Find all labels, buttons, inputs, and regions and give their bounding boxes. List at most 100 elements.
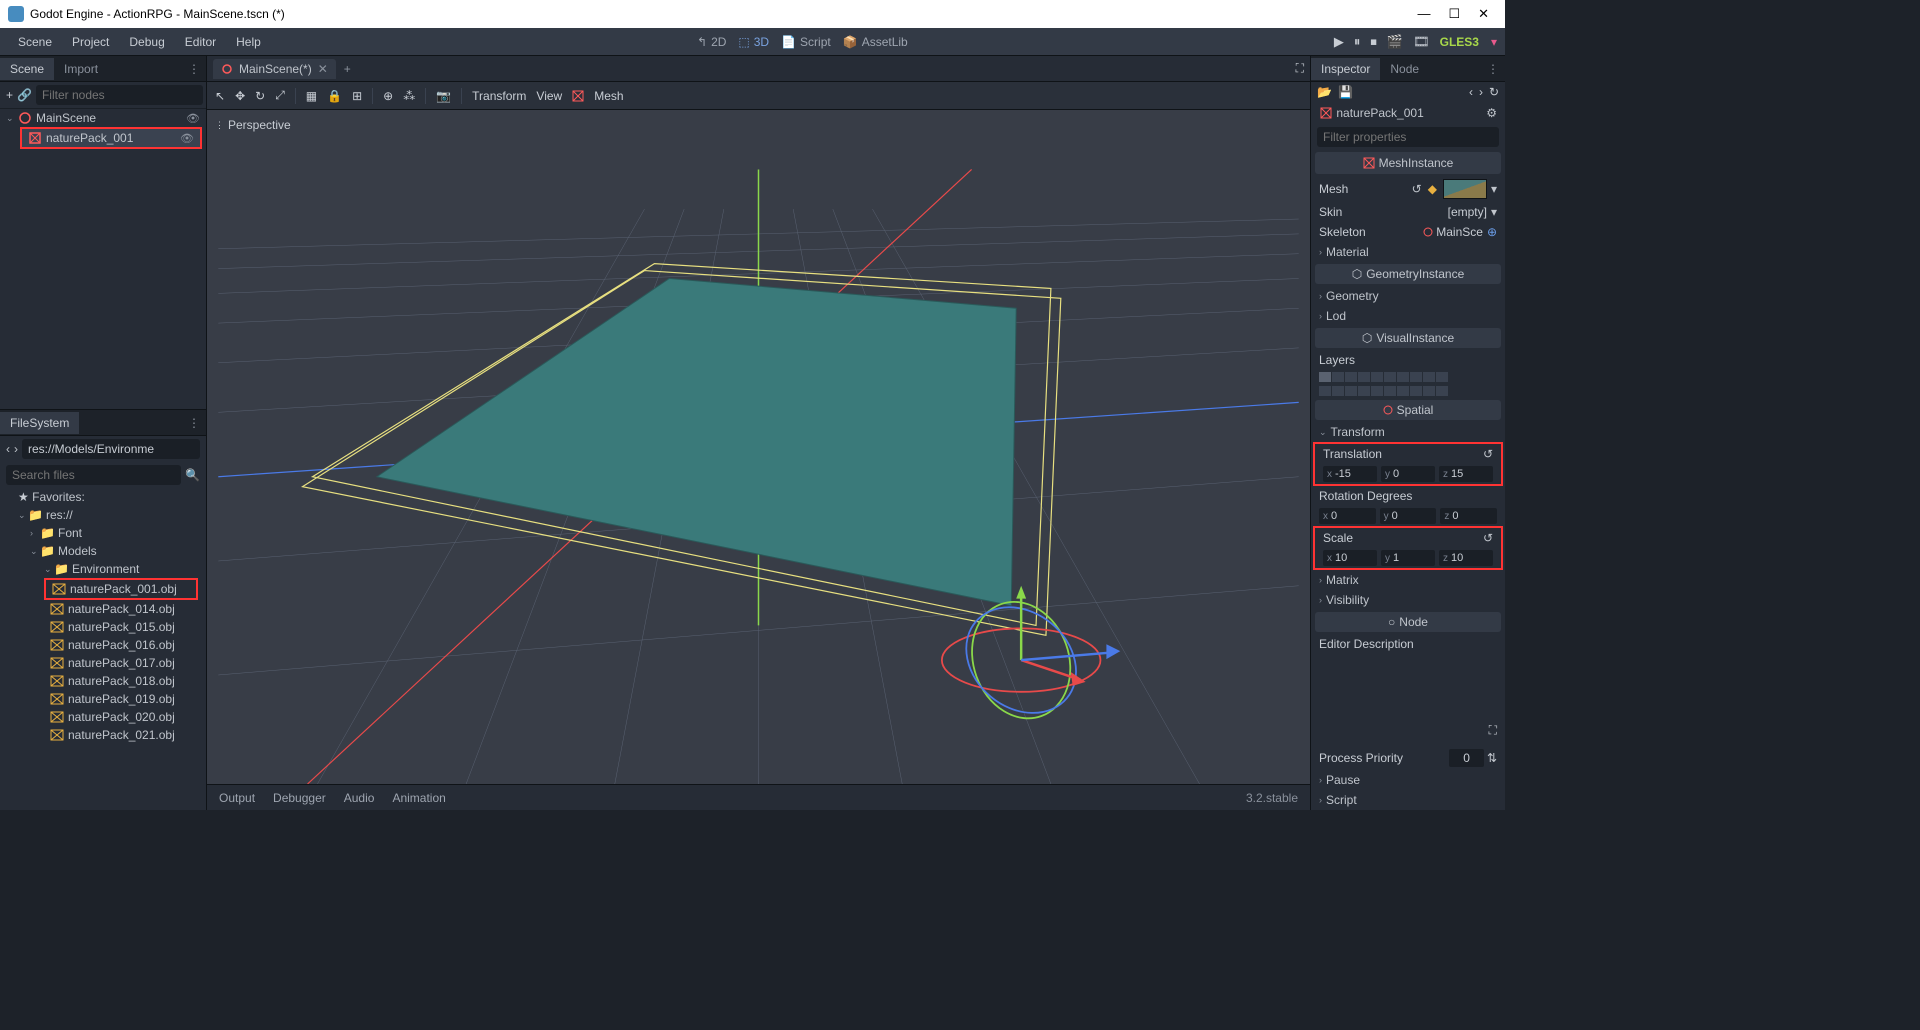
animation-tab[interactable]: Animation: [392, 791, 445, 805]
scale-y-input[interactable]: y1: [1381, 550, 1435, 566]
section-lod[interactable]: ›Lod: [1311, 306, 1505, 326]
play-custom-button[interactable]: 🎞: [1413, 34, 1430, 50]
tab-import[interactable]: Import: [54, 58, 108, 80]
layers-grid2[interactable]: [1311, 384, 1505, 398]
fs-file[interactable]: naturePack_020.obj: [0, 708, 206, 726]
renderer-dropdown-icon[interactable]: ▾: [1491, 35, 1497, 49]
translation-x-input[interactable]: x-15: [1323, 466, 1377, 482]
section-visibility[interactable]: ›Visibility: [1311, 590, 1505, 610]
output-tab[interactable]: Output: [219, 791, 255, 805]
instance-scene-button[interactable]: 🔗: [17, 85, 32, 105]
key-icon[interactable]: ◆: [1428, 182, 1437, 196]
editor-script-button[interactable]: 📄 Script: [781, 35, 831, 49]
tree-node-root[interactable]: ⌄ MainScene 👁: [0, 109, 206, 127]
history-next-button[interactable]: ›: [1479, 85, 1483, 99]
search-icon[interactable]: 🔍: [185, 468, 200, 482]
editor-3d-button[interactable]: ⬚ 3D: [738, 35, 769, 49]
fs-file[interactable]: naturePack_014.obj: [0, 600, 206, 618]
translation-z-input[interactable]: z15: [1439, 466, 1493, 482]
fs-file[interactable]: naturePack_001.obj: [46, 580, 196, 598]
fs-file[interactable]: naturePack_017.obj: [0, 654, 206, 672]
camera-override-button[interactable]: 📷: [436, 89, 451, 103]
rotation-x-input[interactable]: x0: [1319, 508, 1376, 524]
close-tab-button[interactable]: ✕: [318, 62, 328, 76]
section-transform[interactable]: ⌄Transform: [1311, 422, 1505, 442]
section-pause[interactable]: ›Pause: [1311, 770, 1505, 790]
tree-node-child[interactable]: naturePack_001 👁: [22, 129, 200, 147]
section-material[interactable]: ›Material: [1311, 242, 1505, 262]
visibility-icon[interactable]: 👁: [186, 112, 200, 125]
play-scene-button[interactable]: 🎬: [1387, 34, 1403, 50]
tab-inspector[interactable]: Inspector: [1311, 58, 1380, 80]
audio-tab[interactable]: Audio: [344, 791, 375, 805]
layers-grid[interactable]: [1311, 370, 1505, 384]
translation-y-input[interactable]: y0: [1381, 466, 1435, 482]
snap-button[interactable]: ⁂: [403, 89, 415, 103]
menu-editor[interactable]: Editor: [175, 31, 226, 53]
fs-file[interactable]: naturePack_019.obj: [0, 690, 206, 708]
path-input[interactable]: [22, 439, 200, 459]
fs-folder-font[interactable]: ›📁Font: [0, 524, 206, 542]
object-properties-button[interactable]: ⚙: [1486, 106, 1497, 120]
dropdown-icon[interactable]: ▾: [1491, 182, 1497, 196]
lock-button[interactable]: 🔒: [327, 89, 342, 103]
stepper-icon[interactable]: ⇅: [1487, 751, 1497, 765]
revert-icon[interactable]: ↺: [1412, 182, 1422, 196]
scale-mode-button[interactable]: ⤢: [275, 88, 285, 103]
fs-root[interactable]: ⌄📁res://: [0, 506, 206, 524]
maximize-button[interactable]: ☐: [1448, 6, 1460, 22]
minimize-button[interactable]: —: [1417, 6, 1430, 22]
open-resource-button[interactable]: 📂: [1317, 85, 1332, 99]
rotation-z-input[interactable]: z0: [1440, 508, 1497, 524]
mesh-thumbnail[interactable]: [1443, 179, 1487, 199]
pause-button[interactable]: ⏸: [1354, 34, 1361, 50]
filter-properties-input[interactable]: [1317, 127, 1499, 147]
prop-process-priority-value[interactable]: 0: [1449, 749, 1484, 767]
tab-node[interactable]: Node: [1380, 58, 1429, 80]
fs-folder-models[interactable]: ⌄📁Models: [0, 542, 206, 560]
nav-back-button[interactable]: ‹: [6, 442, 10, 456]
section-matrix[interactable]: ›Matrix: [1311, 570, 1505, 590]
close-button[interactable]: ✕: [1478, 6, 1489, 22]
history-prev-button[interactable]: ‹: [1469, 85, 1473, 99]
move-mode-button[interactable]: ✥: [235, 89, 245, 103]
list-select-button[interactable]: ▦: [306, 89, 317, 103]
section-script[interactable]: ›Script: [1311, 790, 1505, 810]
menu-project[interactable]: Project: [62, 31, 119, 53]
assign-nodepath-button[interactable]: ⊕: [1487, 225, 1497, 239]
menu-scene[interactable]: Scene: [8, 31, 62, 53]
save-resource-button[interactable]: 💾: [1338, 85, 1353, 99]
filter-nodes-input[interactable]: [36, 85, 203, 105]
fs-file[interactable]: naturePack_018.obj: [0, 672, 206, 690]
debugger-tab[interactable]: Debugger: [273, 791, 326, 805]
local-coords-button[interactable]: ⊕: [383, 89, 393, 103]
tab-filesystem[interactable]: FileSystem: [0, 412, 79, 434]
revert-icon[interactable]: ↺: [1483, 531, 1493, 545]
dock-options-icon[interactable]: ⋮: [188, 62, 200, 76]
3d-viewport[interactable]: ⋮Perspective: [207, 110, 1310, 784]
dock-options-icon[interactable]: ⋮: [1487, 62, 1499, 76]
dropdown-icon[interactable]: ▾: [1491, 205, 1497, 219]
distraction-free-button[interactable]: ⛶: [1296, 61, 1304, 76]
expand-bottom-button[interactable]: ⛶: [1489, 723, 1497, 738]
transform-menu[interactable]: Transform: [472, 89, 526, 103]
dock-options-icon[interactable]: ⋮: [188, 416, 200, 430]
editor-2d-button[interactable]: ↰ 2D: [697, 35, 726, 49]
revert-icon[interactable]: ↺: [1483, 447, 1493, 461]
fs-file[interactable]: naturePack_015.obj: [0, 618, 206, 636]
add-scene-tab-button[interactable]: +: [344, 62, 351, 76]
add-node-button[interactable]: +: [6, 85, 13, 105]
tab-scene[interactable]: Scene: [0, 58, 54, 80]
favorites-item[interactable]: ★ Favorites:: [0, 488, 206, 506]
section-geometry[interactable]: ›Geometry: [1311, 286, 1505, 306]
prop-skeleton-value[interactable]: MainSce: [1436, 225, 1483, 239]
group-button[interactable]: ⊞: [352, 89, 362, 103]
scene-tab[interactable]: MainScene(*) ✕: [213, 59, 336, 79]
search-files-input[interactable]: [6, 465, 181, 485]
mesh-menu[interactable]: Mesh: [594, 89, 623, 103]
menu-debug[interactable]: Debug: [119, 31, 174, 53]
scale-x-input[interactable]: x10: [1323, 550, 1377, 566]
rotation-y-input[interactable]: y0: [1380, 508, 1437, 524]
stop-button[interactable]: ⏹: [1370, 34, 1377, 50]
rotate-mode-button[interactable]: ↻: [255, 89, 265, 103]
